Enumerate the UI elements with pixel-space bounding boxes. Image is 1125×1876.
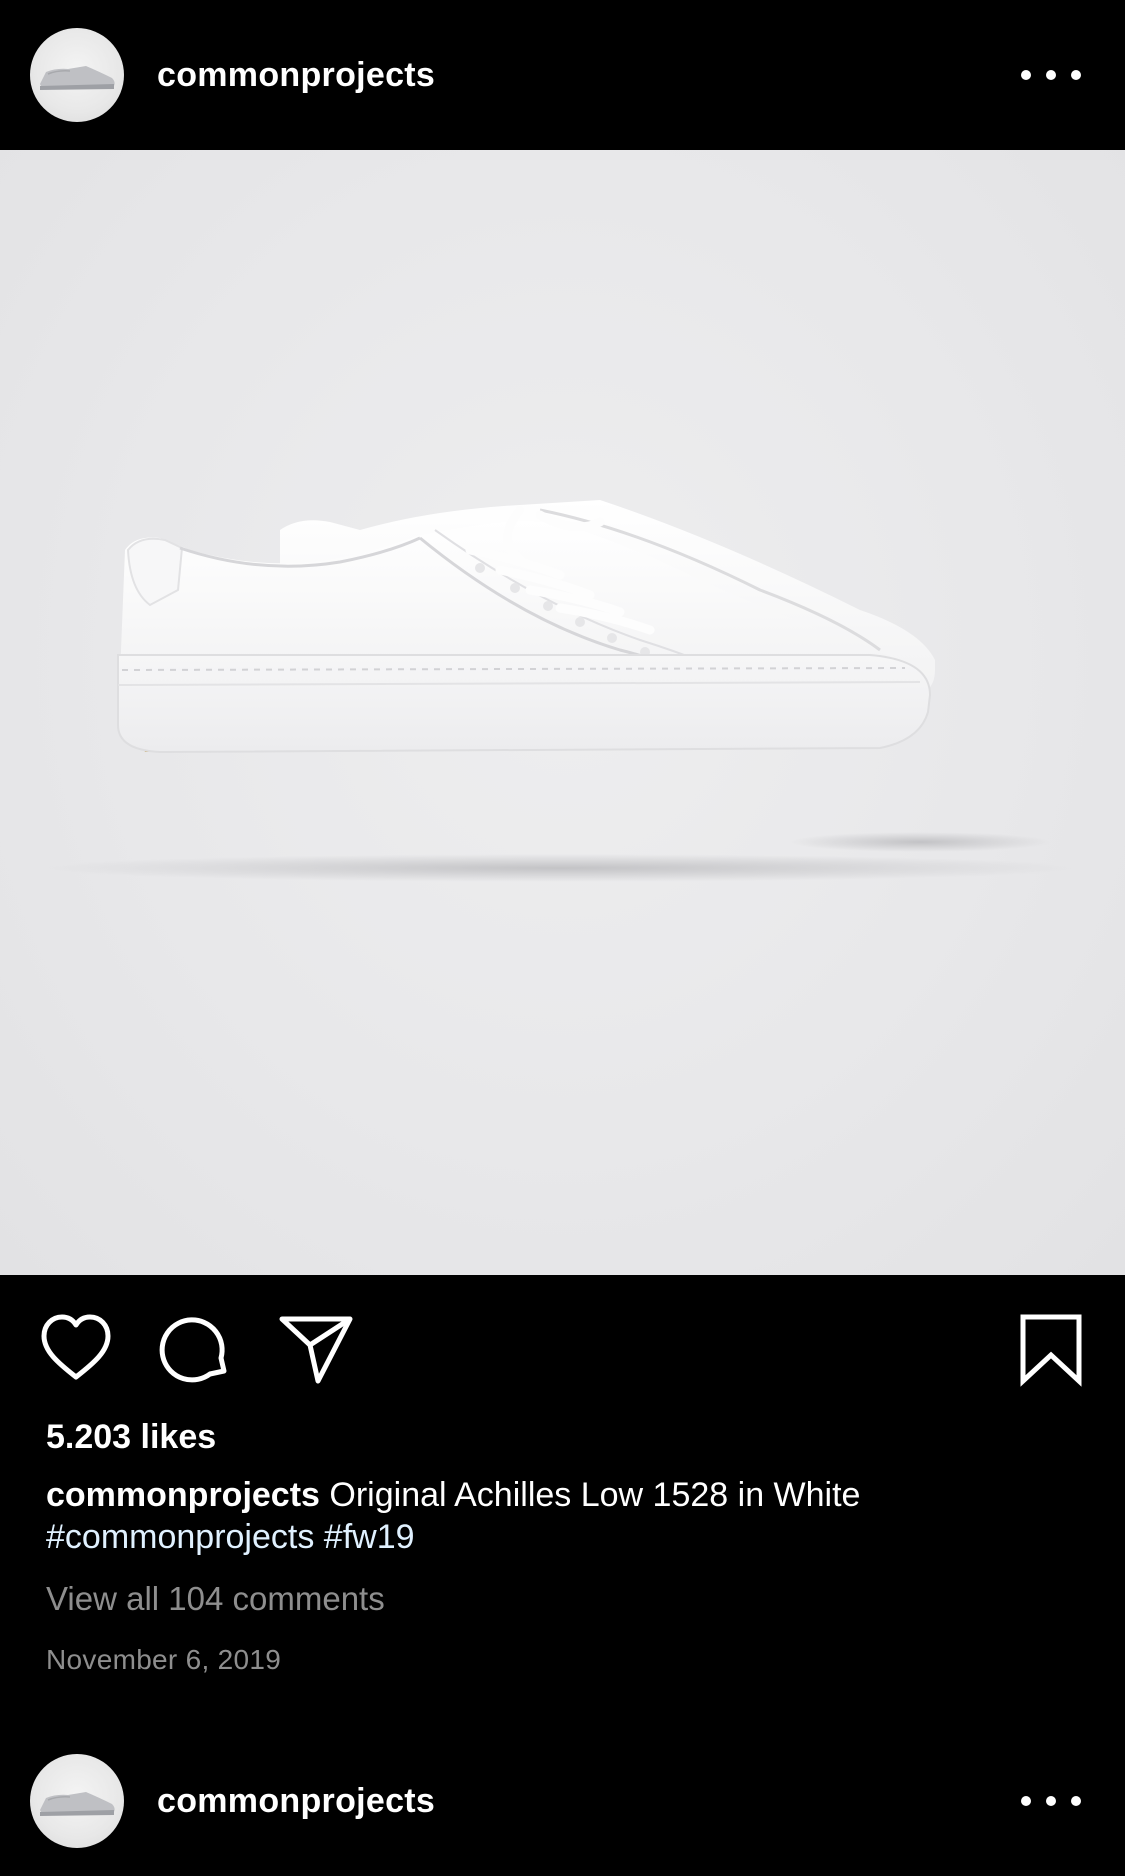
- save-button[interactable]: [1013, 1311, 1089, 1387]
- post-header: commonprojects: [0, 0, 1125, 150]
- hashtag[interactable]: #commonprojects: [46, 1518, 314, 1556]
- caption: commonprojects Original Achilles Low 152…: [46, 1474, 1086, 1558]
- more-icon: [1021, 1796, 1031, 1806]
- avatar[interactable]: [30, 1754, 124, 1848]
- more-icon: [1021, 70, 1031, 80]
- paper-plane-icon: [279, 1316, 353, 1384]
- caption-text: Original Achilles Low 1528 in White: [329, 1476, 861, 1514]
- sneaker-photo: 1528 EU 0506: [40, 500, 1080, 882]
- post-header: commonprojects: [0, 1726, 1125, 1876]
- more-options-button[interactable]: [1021, 1781, 1081, 1821]
- sneaker-avatar-icon: [40, 66, 115, 90]
- hashtag[interactable]: #fw19: [324, 1518, 415, 1556]
- likes-count[interactable]: 5.203 likes: [46, 1418, 216, 1457]
- comment-icon: [159, 1317, 227, 1383]
- view-comments-link[interactable]: View all 104 comments: [46, 1580, 385, 1618]
- caption-username[interactable]: commonprojects: [46, 1476, 320, 1514]
- username[interactable]: commonprojects: [157, 1782, 435, 1821]
- avatar[interactable]: [30, 28, 124, 122]
- sneaker-avatar-icon: [40, 1792, 115, 1816]
- like-button[interactable]: [38, 1311, 114, 1387]
- post-image[interactable]: 1528 EU 0506: [0, 150, 1125, 1275]
- post-date: November 6, 2019: [46, 1644, 282, 1675]
- heart-icon: [41, 1314, 111, 1380]
- comment-button[interactable]: [158, 1311, 234, 1387]
- post-actions: [0, 1275, 1125, 1420]
- share-button[interactable]: [278, 1311, 354, 1387]
- more-options-button[interactable]: [1021, 55, 1081, 95]
- bookmark-icon: [1020, 1314, 1082, 1387]
- username[interactable]: commonprojects: [157, 56, 435, 95]
